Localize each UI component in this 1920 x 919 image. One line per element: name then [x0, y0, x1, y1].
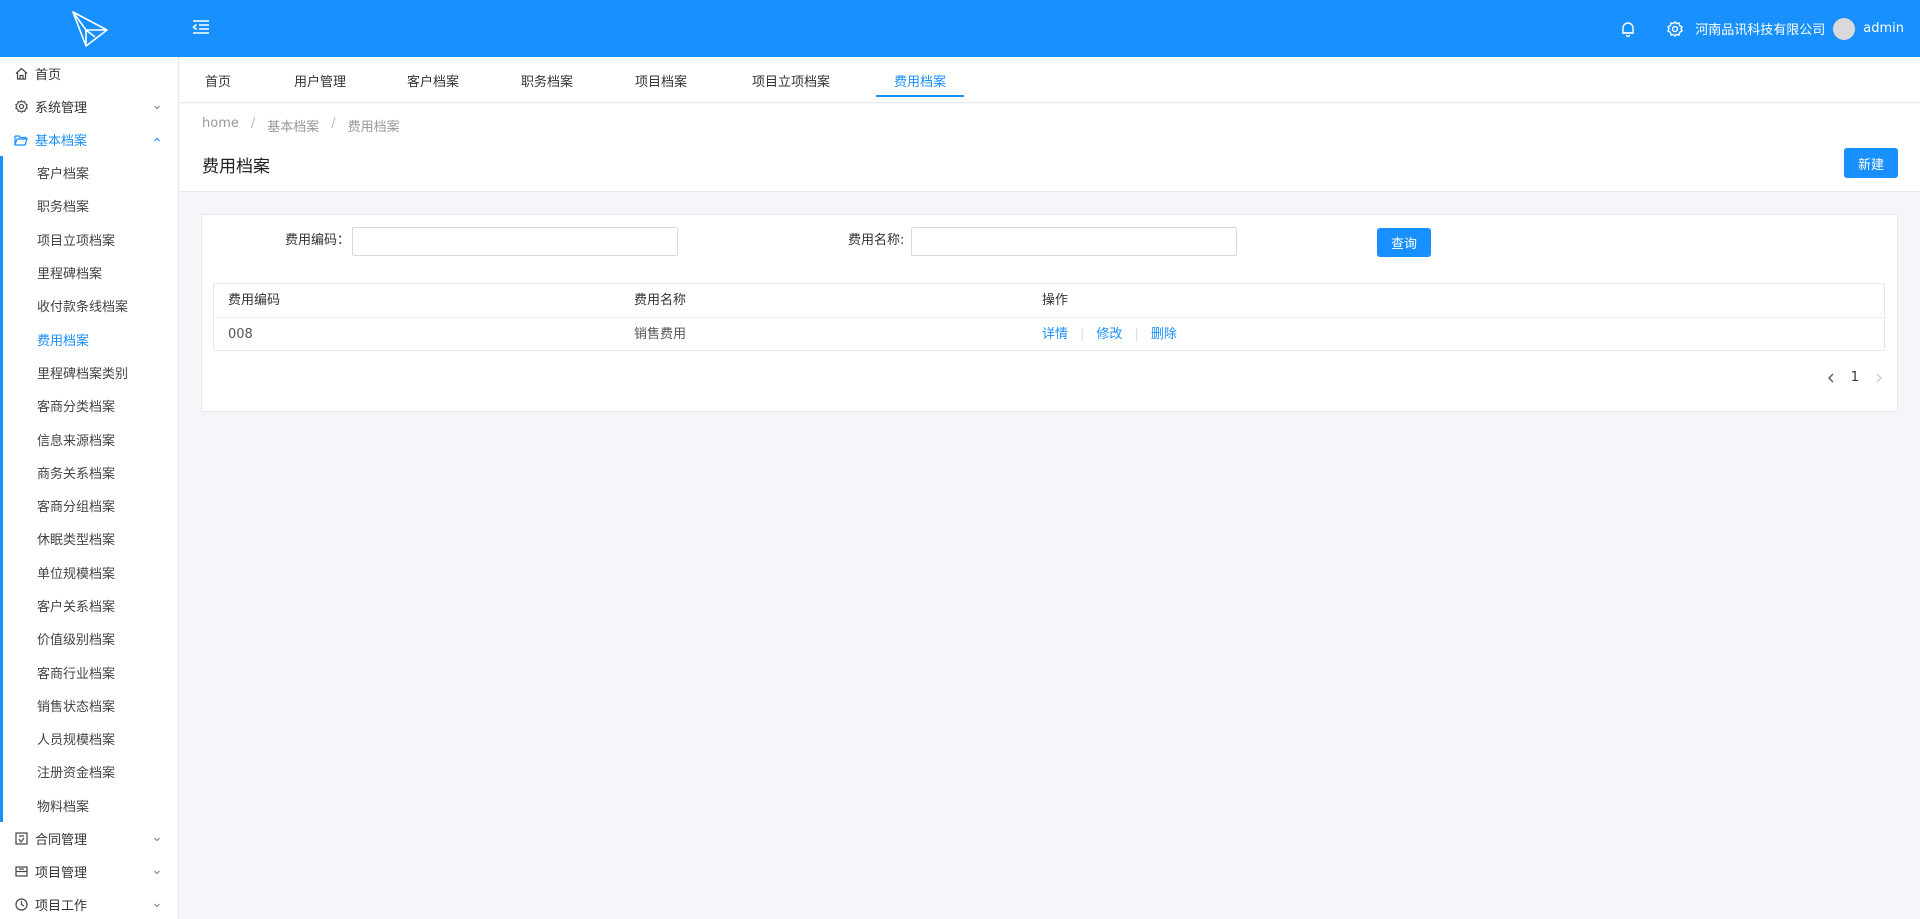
tab-0[interactable]: 首页	[199, 57, 237, 103]
sidebar-subitem[interactable]: 单位规模档案	[3, 556, 178, 589]
sidebar-item-clock[interactable]: 项目工作	[0, 888, 178, 919]
sidebar-subitem[interactable]: 里程碑档案类别	[3, 356, 178, 389]
gear-icon	[14, 100, 28, 114]
sidebar-subitem[interactable]: 里程碑档案	[3, 256, 178, 289]
column-header-code: 费用编码	[228, 293, 281, 308]
menu-collapse-icon[interactable]	[192, 19, 212, 37]
breadcrumb-current: 费用档案	[347, 120, 400, 135]
sidebar-item-home[interactable]: 首页	[0, 57, 178, 90]
sidebar-subitem[interactable]: 商务关系档案	[3, 456, 178, 489]
delete-link[interactable]: 删除	[1151, 327, 1177, 342]
sidebar-subitem[interactable]: 客户档案	[3, 156, 178, 189]
project-icon	[14, 864, 28, 878]
query-button[interactable]: 查询	[1377, 228, 1431, 257]
cost-code-input[interactable]	[352, 227, 678, 256]
sidebar-item-label: 项目工作	[35, 898, 88, 914]
column-header-name: 费用名称	[634, 293, 687, 308]
bell-icon[interactable]	[1618, 19, 1638, 39]
username[interactable]: admin	[1863, 21, 1904, 36]
prev-page-icon[interactable]	[1825, 371, 1837, 385]
chevron-down-icon	[152, 101, 162, 111]
sidebar-subitem[interactable]: 物料档案	[3, 789, 178, 822]
column-header-actions: 操作	[1042, 293, 1069, 308]
sidebar-subitem[interactable]: 客商分组档案	[3, 489, 178, 522]
cost-table: 费用编码 费用名称 操作 008 销售费用 详情 | 修改 | 删除	[213, 283, 1885, 351]
sidebar-subitem[interactable]: 客商行业档案	[3, 655, 178, 688]
sidebar-bottom-menu: 合同管理项目管理项目工作	[0, 822, 178, 919]
clock-icon	[14, 897, 28, 911]
company-name: 河南品讯科技有限公司	[1695, 23, 1826, 38]
sidebar-subitem[interactable]: 价值级别档案	[3, 622, 178, 655]
sidebar-subitem[interactable]: 职务档案	[3, 189, 178, 222]
table-row: 008 销售费用 详情 | 修改 | 删除	[214, 318, 1884, 352]
cell-actions: 详情 | 修改 | 删除	[1042, 327, 1177, 342]
avatar[interactable]	[1833, 17, 1856, 40]
sidebar-subitem[interactable]: 收付款条线档案	[3, 289, 178, 322]
sidebar-item-label: 基本档案	[35, 134, 88, 149]
page-number[interactable]: 1	[1851, 370, 1859, 385]
sidebar-item-system[interactable]: 系统管理	[0, 90, 178, 123]
cell-cost-name: 销售费用	[634, 327, 687, 342]
tab-1[interactable]: 用户管理	[294, 57, 346, 103]
cell-cost-code: 008	[228, 327, 253, 342]
sidebar-item-label: 项目管理	[35, 865, 88, 881]
detail-link[interactable]: 详情	[1042, 327, 1068, 342]
header-right: 河南品讯科技有限公司 admin	[1618, 0, 1904, 57]
top-header: 河南品讯科技有限公司 admin	[0, 0, 1920, 57]
folder-open-icon	[14, 133, 28, 147]
new-button[interactable]: 新建	[1844, 148, 1898, 178]
search-card: 费用编码： 费用名称: 查询 费用编码 费用名称 操作 008 销售费用 详情 |…	[201, 214, 1898, 412]
sidebar-subitem[interactable]: 信息来源档案	[3, 422, 178, 455]
tab-2[interactable]: 客户档案	[407, 57, 459, 103]
contract-icon	[14, 831, 28, 845]
breadcrumb-home[interactable]: home	[202, 116, 239, 135]
chevron-down-icon	[152, 866, 162, 876]
sidebar-item-label: 首页	[35, 68, 62, 83]
breadcrumb-basic-archive[interactable]: 基本档案	[267, 116, 319, 135]
sidebar-subitem[interactable]: 项目立项档案	[3, 223, 178, 256]
sidebar-item-label: 系统管理	[35, 101, 88, 116]
sidebar-subitem[interactable]: 费用档案	[3, 322, 178, 355]
tab-6[interactable]: 费用档案	[876, 57, 964, 103]
sidebar-subitem[interactable]: 销售状态档案	[3, 689, 178, 722]
sidebar-item-label: 合同管理	[35, 832, 88, 848]
sidebar-subitem[interactable]: 客户关系档案	[3, 589, 178, 622]
pagination: 1	[1825, 370, 1885, 385]
tab-5[interactable]: 项目立项档案	[751, 57, 831, 103]
sidebar-item-contract[interactable]: 合同管理	[0, 822, 178, 855]
sidebar: 首页 系统管理 基本档案 客户档案 职务档案 项目立项档案 里程碑档案 收付款条线档案费…	[0, 57, 179, 919]
tab-3[interactable]: 职务档案	[521, 57, 573, 103]
next-page-icon[interactable]	[1873, 371, 1885, 385]
sidebar-item-project[interactable]: 项目管理	[0, 855, 178, 888]
page-title: 费用档案	[202, 157, 270, 177]
table-header-row: 费用编码 费用名称 操作	[214, 284, 1884, 318]
breadcrumb: home / 基本档案 / 费用档案	[202, 116, 400, 135]
settings-gear-icon[interactable]	[1665, 19, 1685, 39]
cost-name-input[interactable]	[911, 227, 1237, 256]
chevron-up-icon	[152, 134, 162, 144]
tab-4[interactable]: 项目档案	[635, 57, 687, 103]
sidebar-subitem[interactable]: 注册资金档案	[3, 755, 178, 788]
cost-code-label: 费用编码：	[285, 233, 351, 248]
logo-icon	[70, 10, 110, 48]
sidebar-item-basic-archive[interactable]: 基本档案	[0, 123, 178, 156]
chevron-down-icon	[152, 899, 162, 909]
cost-name-label: 费用名称:	[848, 233, 905, 248]
home-icon	[14, 67, 28, 81]
page-tabs: 首页 用户管理 客户档案 职务档案 项目档案 项目立项档案 费用档案	[180, 57, 1920, 103]
sidebar-subitem[interactable]: 客商分类档案	[3, 389, 178, 422]
page-header: home / 基本档案 / 费用档案 费用档案 新建	[180, 104, 1920, 192]
basic-archive-submenu: 客户档案 职务档案 项目立项档案 里程碑档案 收付款条线档案 费用档案 里程碑档案类别 客商分…	[0, 156, 178, 822]
sidebar-subitem[interactable]: 休眠类型档案	[3, 522, 178, 555]
edit-link[interactable]: 修改	[1096, 327, 1122, 342]
chevron-down-icon	[152, 833, 162, 843]
sidebar-subitem[interactable]: 人员规模档案	[3, 722, 178, 755]
